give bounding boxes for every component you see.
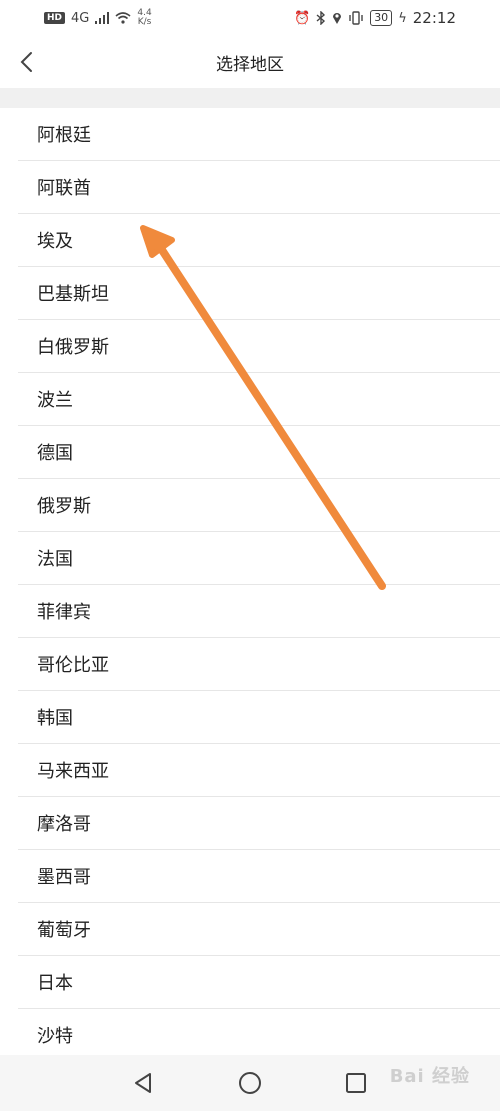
status-right: ⏰ 30 ϟ 22:12: [294, 9, 456, 27]
bluetooth-icon: [316, 11, 326, 25]
region-list-item[interactable]: 日本: [18, 956, 500, 1009]
nav-home-button[interactable]: [234, 1067, 266, 1099]
region-list-item[interactable]: 巴基斯坦: [18, 267, 500, 320]
region-list: 阿根廷 阿联酋 埃及 巴基斯坦 白俄罗斯 波兰 德国 俄罗斯 法国 菲律宾 哥伦比亚 韩国 马来西亚 摩洛…: [18, 108, 500, 1062]
region-list-item[interactable]: 波兰: [18, 373, 500, 426]
nav-recents-button[interactable]: [340, 1067, 372, 1099]
back-button[interactable]: [8, 44, 44, 80]
hd-badge: HD: [44, 12, 66, 24]
region-list-item[interactable]: 韩国: [18, 691, 500, 744]
location-icon: [333, 13, 342, 24]
alarm-icon: ⏰: [294, 10, 311, 26]
page-title: 选择地区: [216, 54, 284, 75]
triangle-back-icon: [135, 1073, 151, 1093]
wifi-icon: [115, 12, 131, 24]
square-recents-icon: [346, 1073, 366, 1093]
region-list-item[interactable]: 埃及: [18, 214, 500, 267]
region-list-item[interactable]: 阿根廷: [18, 108, 500, 161]
region-list-item[interactable]: 白俄罗斯: [18, 320, 500, 373]
region-list-item[interactable]: 菲律宾: [18, 585, 500, 638]
region-list-item[interactable]: 摩洛哥: [18, 797, 500, 850]
network-speed: 4.4 K/s: [137, 9, 151, 27]
circle-home-icon: [239, 1072, 261, 1094]
signal-label: 4G: [71, 10, 90, 26]
chevron-left-icon: [20, 52, 32, 72]
region-list-item[interactable]: 俄罗斯: [18, 479, 500, 532]
vibrate-icon: [349, 11, 363, 25]
region-list-item[interactable]: 马来西亚: [18, 744, 500, 797]
region-list-item[interactable]: 墨西哥: [18, 850, 500, 903]
status-left: HD 4G 4.4 K/s: [44, 9, 152, 27]
speed-unit: K/s: [137, 17, 152, 27]
region-list-item[interactable]: 德国: [18, 426, 500, 479]
battery-level: 30: [370, 10, 393, 26]
status-bar: HD 4G 4.4 K/s ⏰ 30 ϟ 22:12: [0, 0, 500, 36]
section-separator: [0, 88, 500, 108]
region-list-item[interactable]: 哥伦比亚: [18, 638, 500, 691]
clock: 22:12: [412, 9, 456, 27]
region-list-item[interactable]: 阿联酋: [18, 161, 500, 214]
charging-icon: ϟ: [398, 10, 407, 26]
header: 选择地区: [0, 36, 500, 88]
cell-signal-icon: [95, 12, 110, 24]
region-list-item[interactable]: 葡萄牙: [18, 903, 500, 956]
region-list-item[interactable]: 法国: [18, 532, 500, 585]
watermark: Bai 经验: [389, 1066, 470, 1087]
nav-back-button[interactable]: [127, 1067, 159, 1099]
